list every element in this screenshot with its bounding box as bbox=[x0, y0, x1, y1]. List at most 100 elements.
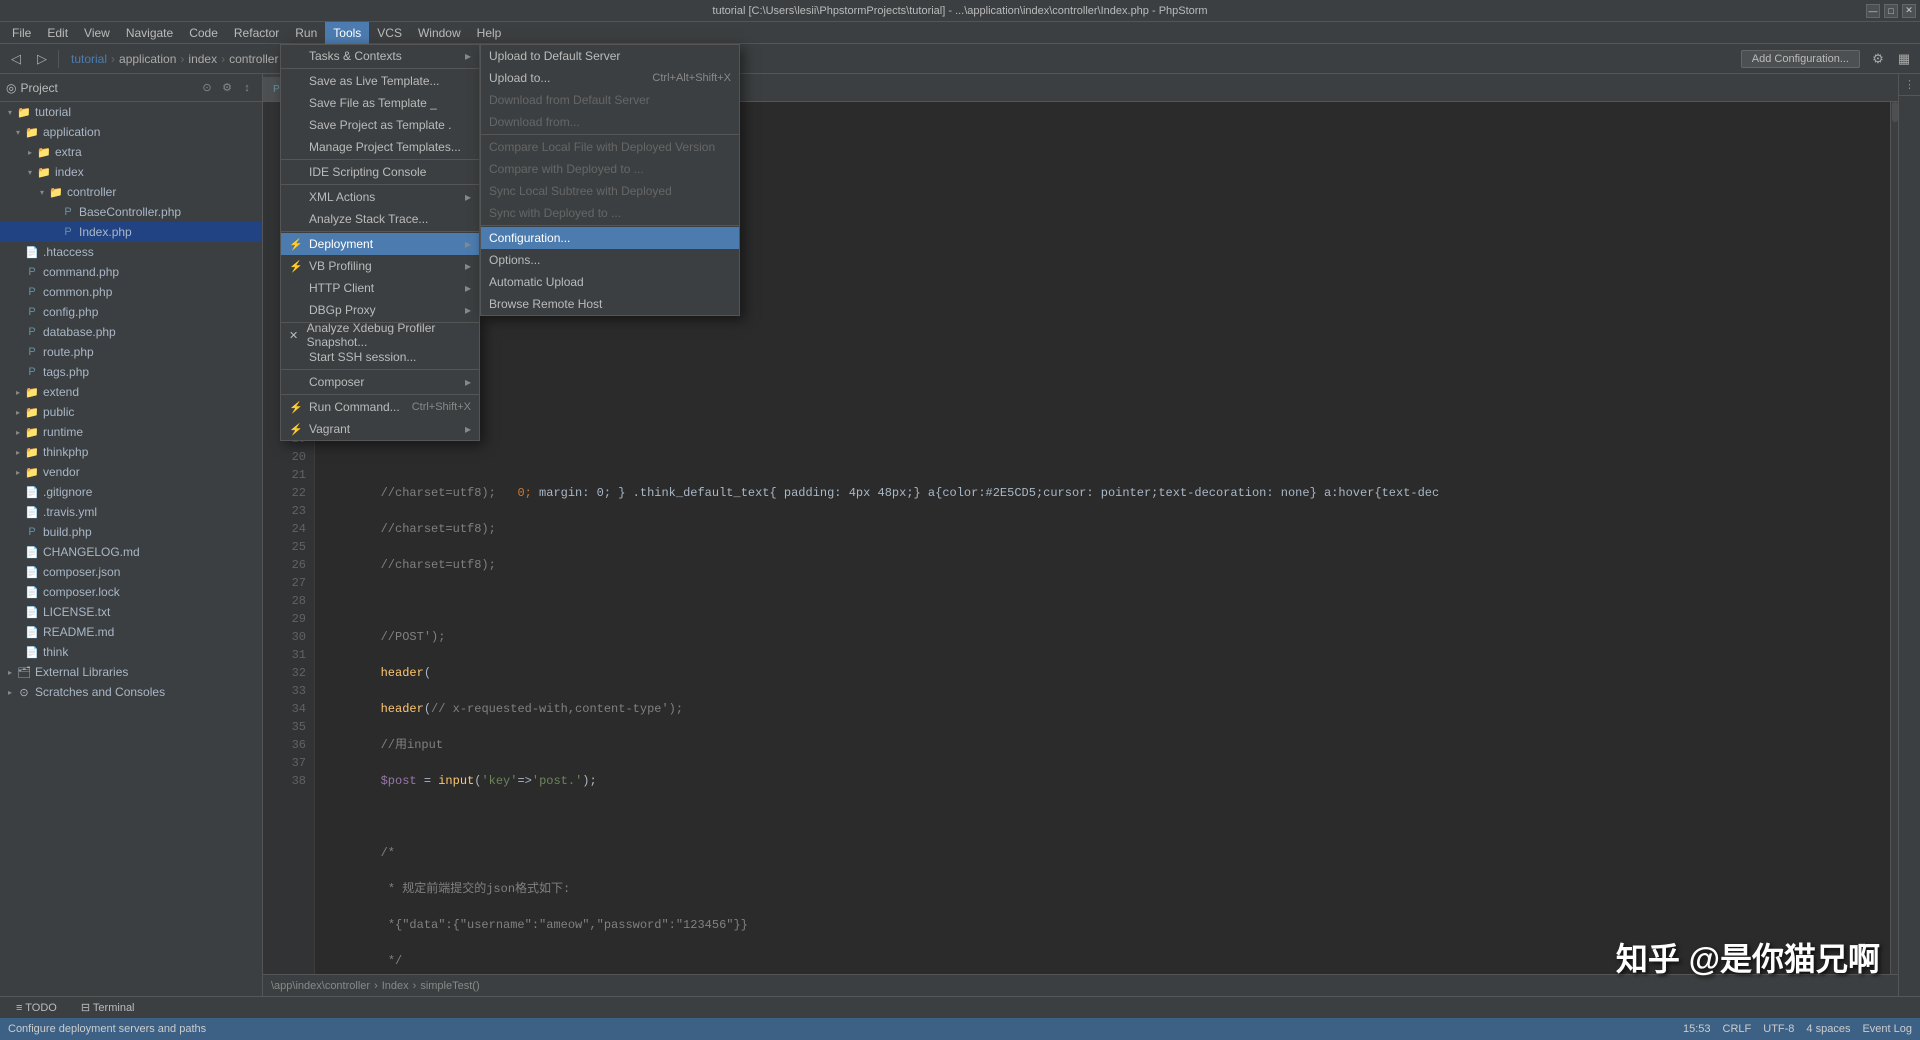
tab-terminal[interactable]: ⊟ Terminal bbox=[73, 997, 143, 1019]
tools-item-vagrant[interactable]: ⚡ Vagrant ▸ bbox=[281, 418, 479, 440]
menu-refactor[interactable]: Refactor bbox=[226, 22, 287, 44]
tools-item-deployment[interactable]: ⚡ Deployment ▸ bbox=[281, 233, 479, 255]
window-controls: — □ ✕ bbox=[1866, 4, 1916, 18]
toolbar-forward[interactable]: ▷ bbox=[30, 47, 54, 71]
tree-basecontroller[interactable]: P BaseController.php bbox=[0, 202, 262, 222]
bottom-bar: ≡ TODO ⊟ Terminal bbox=[0, 996, 1920, 1018]
tools-item-xdebug[interactable]: ✕ Analyze Xdebug Profiler Snapshot... bbox=[281, 324, 479, 346]
tree-common-php[interactable]: P common.php bbox=[0, 282, 262, 302]
tree-scratches[interactable]: ▸ ⊙ Scratches and Consoles bbox=[0, 682, 262, 702]
deploy-options[interactable]: Options... bbox=[481, 249, 739, 271]
maximize-button[interactable]: □ bbox=[1884, 4, 1898, 18]
toolbar-layout[interactable]: ▦ bbox=[1892, 47, 1916, 71]
tools-item-ide-console[interactable]: IDE Scripting Console bbox=[281, 161, 479, 183]
tools-item-manage-templates[interactable]: Manage Project Templates... bbox=[281, 136, 479, 158]
tree-extra[interactable]: ▸ 📁 extra bbox=[0, 142, 262, 162]
right-strip-item[interactable]: ⋮ bbox=[1899, 74, 1920, 96]
tools-item-http-client[interactable]: HTTP Client ▸ bbox=[281, 277, 479, 299]
menu-file[interactable]: File bbox=[4, 22, 39, 44]
tree-external-libs[interactable]: ▸ 🗂 External Libraries bbox=[0, 662, 262, 682]
tools-item-save-file-template[interactable]: Save File as Template _ bbox=[281, 92, 479, 114]
toolbar-back[interactable]: ◁ bbox=[4, 47, 28, 71]
deploy-configuration[interactable]: Configuration... bbox=[481, 227, 739, 249]
menu-tools[interactable]: Tools bbox=[325, 22, 369, 44]
tree-thinkphp[interactable]: ▸ 📁 thinkphp bbox=[0, 442, 262, 462]
tools-item-tasks[interactable]: Tasks & Contexts ▸ bbox=[281, 45, 479, 67]
tree-tutorial[interactable]: ▾ 📁 tutorial bbox=[0, 102, 262, 122]
tree-extend[interactable]: ▸ 📁 extend bbox=[0, 382, 262, 402]
tree-htaccess[interactable]: 📄 .htaccess bbox=[0, 242, 262, 262]
tree-database-php[interactable]: P database.php bbox=[0, 322, 262, 342]
folder-icon: 📁 bbox=[16, 104, 32, 120]
status-spaces[interactable]: 4 spaces bbox=[1806, 1023, 1850, 1035]
close-button[interactable]: ✕ bbox=[1902, 4, 1916, 18]
tree-tags-php[interactable]: P tags.php bbox=[0, 362, 262, 382]
tree-license[interactable]: 📄 LICENSE.txt bbox=[0, 602, 262, 622]
breadcrumb-tutorial[interactable]: tutorial bbox=[71, 52, 107, 66]
tree-gitignore[interactable]: 📄 .gitignore bbox=[0, 482, 262, 502]
breadcrumb-index[interactable]: index bbox=[188, 52, 217, 66]
tools-item-xml-actions[interactable]: XML Actions ▸ bbox=[281, 186, 479, 208]
tree-config-php[interactable]: P config.php bbox=[0, 302, 262, 322]
status-event-log[interactable]: Event Log bbox=[1862, 1023, 1912, 1035]
menu-help[interactable]: Help bbox=[469, 22, 510, 44]
panel-config[interactable]: ⚙ bbox=[218, 79, 236, 97]
tools-item-ssh[interactable]: Start SSH session... bbox=[281, 346, 479, 368]
tree-runtime[interactable]: ▸ 📁 runtime bbox=[0, 422, 262, 442]
tree-composer-lock[interactable]: 📄 composer.lock bbox=[0, 582, 262, 602]
menu-window[interactable]: Window bbox=[410, 22, 469, 44]
tools-menu: Tasks & Contexts ▸ Save as Live Template… bbox=[280, 44, 480, 441]
breadcrumb-application[interactable]: application bbox=[119, 52, 176, 66]
tools-item-run-command[interactable]: ⚡ Run Command... Ctrl+Shift+X bbox=[281, 396, 479, 418]
deploy-sync-deployed: Sync with Deployed to ... bbox=[481, 202, 739, 224]
tree-composer-json[interactable]: 📄 composer.json bbox=[0, 562, 262, 582]
tree-readme[interactable]: 📄 README.md bbox=[0, 622, 262, 642]
status-right: 15:53 CRLF UTF-8 4 spaces Event Log bbox=[1683, 1023, 1912, 1035]
menu-vcs[interactable]: VCS bbox=[369, 22, 410, 44]
menu-navigate[interactable]: Navigate bbox=[118, 22, 181, 44]
tree-command-php[interactable]: P command.php bbox=[0, 262, 262, 282]
deployment-icon: ⚡ bbox=[289, 238, 305, 251]
deploy-upload-default[interactable]: Upload to Default Server bbox=[481, 45, 739, 67]
tools-item-dbgp-proxy[interactable]: DBGp Proxy ▸ bbox=[281, 299, 479, 321]
tree-changelog[interactable]: 📄 CHANGELOG.md bbox=[0, 542, 262, 562]
menu-run[interactable]: Run bbox=[287, 22, 325, 44]
panel-locate[interactable]: ⊙ bbox=[198, 79, 216, 97]
tools-item-composer[interactable]: Composer ▸ bbox=[281, 371, 479, 393]
breadcrumb-controller[interactable]: controller bbox=[229, 52, 278, 66]
deploy-auto-upload[interactable]: Automatic Upload bbox=[481, 271, 739, 293]
tools-item-live-template[interactable]: Save as Live Template... bbox=[281, 70, 479, 92]
tree-application[interactable]: ▾ 📁 application bbox=[0, 122, 262, 142]
tools-item-analyze-stack[interactable]: Analyze Stack Trace... bbox=[281, 208, 479, 230]
panel-expand[interactable]: ↕ bbox=[238, 79, 256, 97]
menu-edit[interactable]: Edit bbox=[39, 22, 76, 44]
tree-route-php[interactable]: P route.php bbox=[0, 342, 262, 362]
arrow-icon: ▸ bbox=[465, 375, 471, 389]
toolbar-settings[interactable]: ⚙ bbox=[1866, 47, 1890, 71]
tab-todo[interactable]: ≡ TODO bbox=[8, 997, 65, 1019]
tree-controller[interactable]: ▾ 📁 controller bbox=[0, 182, 262, 202]
tree-index[interactable]: ▾ 📁 index bbox=[0, 162, 262, 182]
minimize-button[interactable]: — bbox=[1866, 4, 1880, 18]
tree-travis[interactable]: 📄 .travis.yml bbox=[0, 502, 262, 522]
add-config-button[interactable]: Add Configuration... bbox=[1741, 50, 1860, 68]
menu-sep bbox=[281, 369, 479, 370]
menu-bar: File Edit View Navigate Code Refactor Ru… bbox=[0, 22, 1920, 44]
tree-think[interactable]: 📄 think bbox=[0, 642, 262, 662]
menu-view[interactable]: View bbox=[76, 22, 118, 44]
menu-code[interactable]: Code bbox=[181, 22, 226, 44]
status-crlf[interactable]: CRLF bbox=[1723, 1023, 1752, 1035]
project-label: ◎ bbox=[6, 81, 16, 95]
tree-index-php[interactable]: P Index.php bbox=[0, 222, 262, 242]
tree-build-php[interactable]: P build.php bbox=[0, 522, 262, 542]
status-encoding[interactable]: UTF-8 bbox=[1763, 1023, 1794, 1035]
menu-sep bbox=[281, 184, 479, 185]
tree-public[interactable]: ▸ 📁 public bbox=[0, 402, 262, 422]
tools-item-save-project-template[interactable]: Save Project as Template . bbox=[281, 114, 479, 136]
tree-vendor[interactable]: ▸ 📁 vendor bbox=[0, 462, 262, 482]
deploy-browse-remote[interactable]: Browse Remote Host bbox=[481, 293, 739, 315]
right-scrollbar[interactable] bbox=[1890, 102, 1898, 974]
tools-item-vb-profiling[interactable]: ⚡ VB Profiling ▸ bbox=[281, 255, 479, 277]
deploy-upload-to[interactable]: Upload to... Ctrl+Alt+Shift+X bbox=[481, 67, 739, 89]
project-panel: ◎ Project ⊙ ⚙ ↕ ▾ 📁 tutorial ▾ 📁 applica… bbox=[0, 74, 263, 996]
